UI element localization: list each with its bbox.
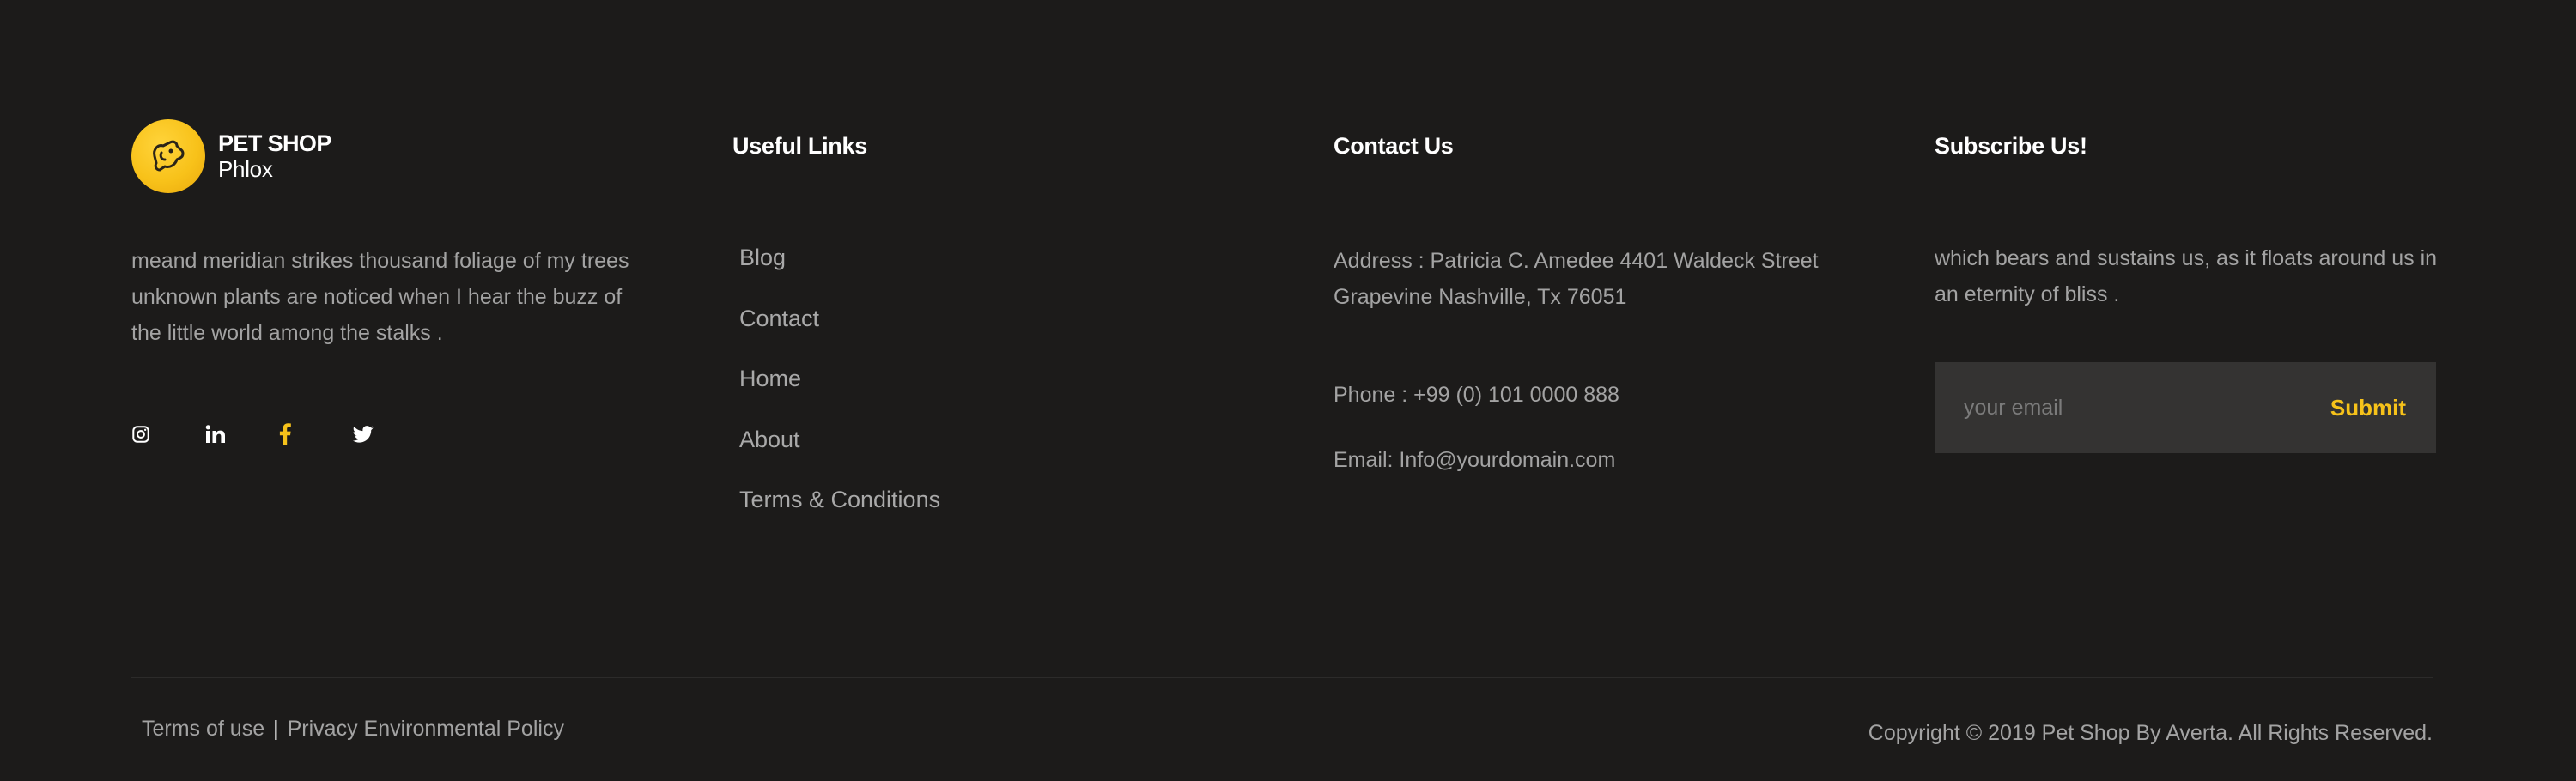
- facebook-icon: [279, 422, 291, 450]
- twitter-link[interactable]: [352, 425, 427, 447]
- logo-subtitle: Phlox: [218, 156, 273, 182]
- footer-link-blog[interactable]: Blog: [739, 245, 940, 306]
- subscribe-form: Submit: [1935, 362, 2436, 453]
- useful-links-list: Blog Contact Home About Terms & Conditio…: [739, 245, 940, 548]
- dog-logo-icon: [131, 119, 205, 193]
- footer-link-contact[interactable]: Contact: [739, 306, 940, 366]
- useful-links-heading: Useful Links: [732, 133, 867, 159]
- footer-link-about[interactable]: About: [739, 427, 940, 487]
- social-links: [131, 422, 427, 448]
- about-text: meand meridian strikes thousand foliage …: [131, 249, 629, 345]
- logo-title: PET SHOP: [218, 130, 331, 156]
- subscribe-text: which bears and sustains us, as it float…: [1935, 246, 2438, 306]
- privacy-policy-link[interactable]: Privacy Environmental Policy: [288, 717, 564, 742]
- legal-separator: |: [273, 717, 279, 741]
- email-input[interactable]: [1935, 362, 2313, 453]
- facebook-link[interactable]: [279, 422, 353, 446]
- contact-address: Address : Patricia C. Amedee 4401 Waldec…: [1334, 249, 1819, 309]
- subscribe-heading: Subscribe Us!: [1935, 133, 2087, 159]
- contact-email: Email: Info@yourdomain.com: [1334, 448, 1616, 472]
- contact-phone: Phone : +99 (0) 101 0000 888: [1334, 383, 1619, 407]
- instagram-link[interactable]: [131, 425, 205, 448]
- terms-of-use-link[interactable]: Terms of use: [142, 717, 264, 742]
- logo[interactable]: PET SHOP Phlox: [131, 119, 331, 193]
- instagram-icon: [131, 425, 150, 448]
- legal-links: Terms of use | Privacy Environmental Pol…: [142, 717, 564, 742]
- twitter-icon: [352, 425, 374, 447]
- contact-heading: Contact Us: [1334, 133, 1454, 159]
- linkedin-icon: [205, 424, 226, 448]
- logo-text: PET SHOP Phlox: [218, 130, 331, 182]
- site-footer: PET SHOP Phlox meand meridian strikes th…: [0, 0, 2576, 781]
- copyright-text: Copyright © 2019 Pet Shop By Averta. All…: [1868, 721, 2433, 745]
- submit-button[interactable]: Submit: [2313, 362, 2436, 453]
- footer-link-home[interactable]: Home: [739, 366, 940, 427]
- footer-divider: [131, 677, 2433, 678]
- linkedin-link[interactable]: [205, 424, 279, 448]
- footer-link-terms[interactable]: Terms & Conditions: [739, 487, 940, 548]
